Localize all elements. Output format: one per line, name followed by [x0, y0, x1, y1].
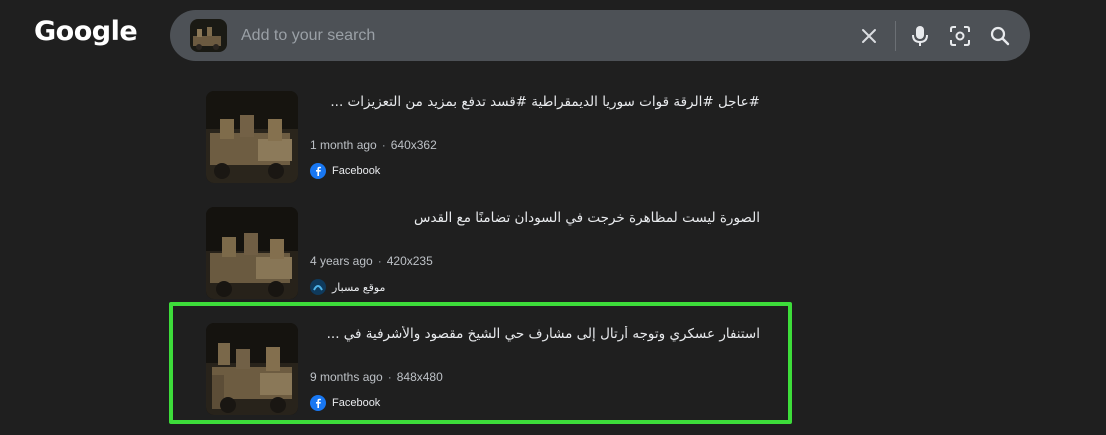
result-size: 420x235: [386, 254, 433, 268]
search-icon[interactable]: [988, 24, 1012, 48]
meta-separator: ·: [377, 254, 382, 268]
result-meta: 1 month ago · 640x362: [310, 138, 437, 152]
result-item[interactable]: الصورة ليست لمظاهرة خرجت في السودان تضام…: [206, 207, 766, 299]
meta-separator: ·: [381, 138, 386, 152]
source-name: موقع مسبار: [332, 281, 386, 294]
close-icon[interactable]: [857, 24, 881, 48]
result-age: 9 months ago: [310, 370, 383, 384]
result-source[interactable]: موقع مسبار: [310, 279, 385, 295]
result-item[interactable]: استنفار عسكري وتوجه أرتال إلى مشارف حي ا…: [206, 323, 766, 415]
result-size: 848x480: [396, 370, 443, 384]
result-thumbnail[interactable]: [206, 207, 298, 299]
source-name: Facebook: [332, 397, 381, 409]
mic-icon[interactable]: [908, 24, 932, 48]
result-age: 1 month ago: [310, 138, 377, 152]
lens-icon[interactable]: [948, 24, 972, 48]
result-title[interactable]: #عاجل #الرقة قوات سوريا الديمقراطية #قسد…: [310, 94, 760, 110]
facebook-icon: [310, 395, 326, 411]
result-meta: 4 years ago · 420x235: [310, 254, 433, 268]
result-source[interactable]: Facebook: [310, 395, 380, 411]
result-meta: 9 months ago · 848x480: [310, 370, 443, 384]
query-image-thumbnail[interactable]: [190, 19, 227, 52]
search-input[interactable]: [239, 19, 857, 52]
result-thumbnail[interactable]: [206, 323, 298, 415]
result-title[interactable]: استنفار عسكري وتوجه أرتال إلى مشارف حي ا…: [310, 326, 760, 342]
result-age: 4 years ago: [310, 254, 373, 268]
result-source[interactable]: Facebook: [310, 163, 380, 179]
source-name: Facebook: [332, 165, 381, 177]
facebook-icon: [310, 163, 326, 179]
result-item[interactable]: #عاجل #الرقة قوات سوريا الديمقراطية #قسد…: [206, 91, 766, 183]
result-thumbnail[interactable]: [206, 91, 298, 183]
result-size: 640x362: [390, 138, 437, 152]
search-divider: [895, 20, 896, 51]
search-bar[interactable]: [170, 10, 1030, 61]
google-logo[interactable]: Google: [34, 16, 138, 47]
meta-separator: ·: [387, 370, 392, 384]
result-title[interactable]: الصورة ليست لمظاهرة خرجت في السودان تضام…: [310, 210, 760, 226]
misbar-icon: [310, 279, 326, 295]
